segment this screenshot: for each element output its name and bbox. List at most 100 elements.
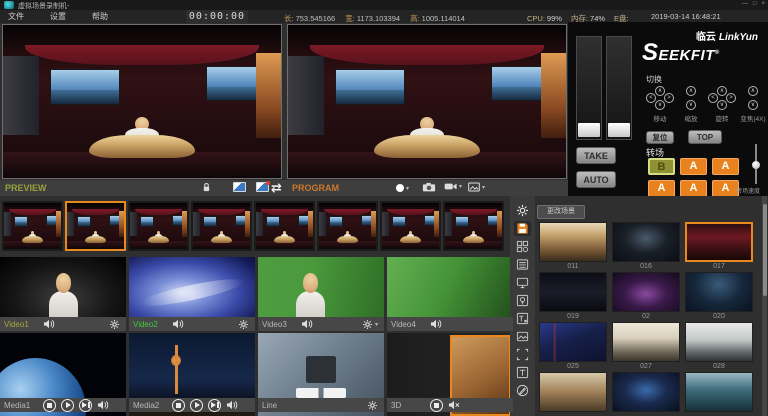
source-settings-gear-icon[interactable]	[109, 319, 120, 330]
scene-item-10[interactable]	[539, 372, 607, 416]
text-tool-icon[interactable]	[514, 365, 531, 380]
stop-button[interactable]	[172, 399, 185, 412]
scene-thumbnail[interactable]	[685, 322, 753, 362]
source-settings-gear-icon[interactable]	[367, 400, 378, 411]
t-bar-track-left[interactable]	[576, 36, 602, 140]
swap-preview-program-icon[interactable]: ⇄	[271, 182, 282, 194]
volume-muted-icon[interactable]	[448, 400, 460, 410]
video-capture-icon[interactable]: ▾	[444, 182, 462, 191]
camera-angle-thumb-8[interactable]	[443, 201, 504, 251]
scene-thumbnail[interactable]	[685, 222, 753, 262]
next-button[interactable]	[79, 399, 92, 412]
pad-down-button[interactable]: ∨	[655, 100, 665, 110]
next-button[interactable]	[208, 399, 221, 412]
volume-icon[interactable]	[172, 319, 184, 329]
camera-angle-thumb-4[interactable]	[191, 201, 252, 251]
scene-item-028[interactable]: 028	[685, 322, 753, 371]
text-small-tool-icon[interactable]	[514, 311, 531, 326]
scene-item-02[interactable]: 02	[612, 272, 680, 321]
camera-angle-thumb-2[interactable]	[65, 201, 126, 251]
bulb-tool-icon[interactable]	[514, 293, 531, 308]
scene-item-011[interactable]: 011	[539, 222, 607, 271]
source-settings-gear-icon[interactable]: ▾	[362, 319, 378, 330]
scene-item-025[interactable]: 025	[539, 322, 607, 371]
transition-speed-slider[interactable]	[752, 144, 760, 184]
scene-scrollbar[interactable]	[762, 196, 767, 416]
pad-left-button[interactable]: <	[646, 93, 656, 103]
pad-right-button[interactable]: >	[664, 93, 674, 103]
pad-up-button[interactable]: ∧	[686, 86, 696, 96]
save-tool-icon[interactable]	[514, 221, 531, 236]
video-source-cell-Video1[interactable]: Video1	[0, 257, 126, 331]
snapshot-camera-icon[interactable]	[422, 182, 436, 192]
scene-thumbnail[interactable]	[539, 222, 607, 262]
scene-thumbnail[interactable]	[685, 372, 753, 412]
pad-up-button[interactable]: ∧	[717, 86, 727, 96]
scene-thumbnail[interactable]	[685, 272, 753, 312]
take-button[interactable]: TAKE	[576, 147, 616, 164]
scene-thumbnail[interactable]	[612, 322, 680, 362]
pad-right-button[interactable]: >	[726, 93, 736, 103]
stop-button[interactable]	[430, 399, 443, 412]
scene-item-017[interactable]: 017	[685, 222, 753, 271]
scene-item-019[interactable]: 019	[539, 272, 607, 321]
media-source-cell-Media2[interactable]: Media2	[129, 333, 255, 416]
volume-icon[interactable]	[226, 400, 238, 410]
scene-item-11[interactable]	[612, 372, 680, 416]
scene-item-12[interactable]	[685, 372, 753, 416]
camera-angle-thumb-7[interactable]	[380, 201, 441, 251]
t-bar-handle-right[interactable]	[608, 123, 630, 137]
settings-tool-icon[interactable]	[514, 203, 531, 218]
menu-item-帮助[interactable]: 帮助	[92, 11, 108, 22]
pad-up-button[interactable]: ∧	[655, 86, 665, 96]
play-button[interactable]	[61, 399, 74, 412]
monitor-tool-icon[interactable]	[514, 275, 531, 290]
transition-button-A[interactable]: A	[680, 158, 707, 175]
pad-up-button[interactable]: ∧	[748, 86, 758, 96]
scene-thumbnail[interactable]	[539, 322, 607, 362]
pen-tool-icon[interactable]	[514, 383, 531, 398]
transition-button-B[interactable]: B	[648, 158, 675, 175]
media-source-cell-Line[interactable]: Line	[258, 333, 384, 416]
volume-icon[interactable]	[301, 319, 313, 329]
image-tool-icon[interactable]	[514, 329, 531, 344]
scene-thumbnail[interactable]	[539, 372, 607, 412]
record-button[interactable]: ▾	[396, 184, 409, 192]
camera-angle-thumb-6[interactable]	[317, 201, 378, 251]
list-tool-icon[interactable]	[514, 257, 531, 272]
pad-down-button[interactable]: ∨	[748, 100, 758, 110]
scene-thumbnail[interactable]	[539, 272, 607, 312]
pad-left-button[interactable]: <	[708, 93, 718, 103]
slider-handle[interactable]	[752, 161, 760, 169]
maximize-button[interactable]: □	[753, 0, 757, 9]
source-settings-gear-icon[interactable]	[238, 319, 249, 330]
scene-item-016[interactable]: 016	[612, 222, 680, 271]
scene-thumbnail[interactable]	[612, 272, 680, 312]
scene-item-027[interactable]: 027	[612, 322, 680, 371]
scene-item-020[interactable]: 020	[685, 272, 753, 321]
transition-button-A[interactable]: A	[712, 180, 739, 197]
volume-icon[interactable]	[430, 319, 442, 329]
t-bar-handle-left[interactable]	[578, 123, 600, 137]
scrollbar-thumb[interactable]	[763, 204, 767, 296]
video-source-cell-Video3[interactable]: Video3 ▾	[258, 257, 384, 331]
camera-angle-thumb-3[interactable]	[128, 201, 189, 251]
menu-item-文件[interactable]: 文件	[8, 11, 24, 22]
t-bar-track-right[interactable]	[606, 36, 632, 140]
transition-style-a-icon[interactable]	[233, 182, 246, 192]
grid-tool-icon[interactable]	[514, 239, 531, 254]
play-button[interactable]	[190, 399, 203, 412]
close-button[interactable]: ×	[761, 0, 765, 9]
lock-icon[interactable]	[202, 182, 211, 193]
reset-button[interactable]: 复位	[646, 131, 674, 144]
change-scene-button[interactable]: 更改场景	[537, 205, 585, 219]
volume-icon[interactable]	[43, 319, 55, 329]
transition-style-b-icon[interactable]	[256, 182, 269, 192]
video-source-cell-Video2[interactable]: Video2	[129, 257, 255, 331]
minimize-button[interactable]: —	[742, 0, 748, 9]
scene-thumbnail[interactable]	[612, 372, 680, 412]
camera-angle-thumb-1[interactable]	[2, 201, 63, 251]
transition-button-A[interactable]: A	[648, 180, 675, 197]
top-button[interactable]: TOP	[688, 130, 722, 144]
volume-icon[interactable]	[97, 400, 109, 410]
